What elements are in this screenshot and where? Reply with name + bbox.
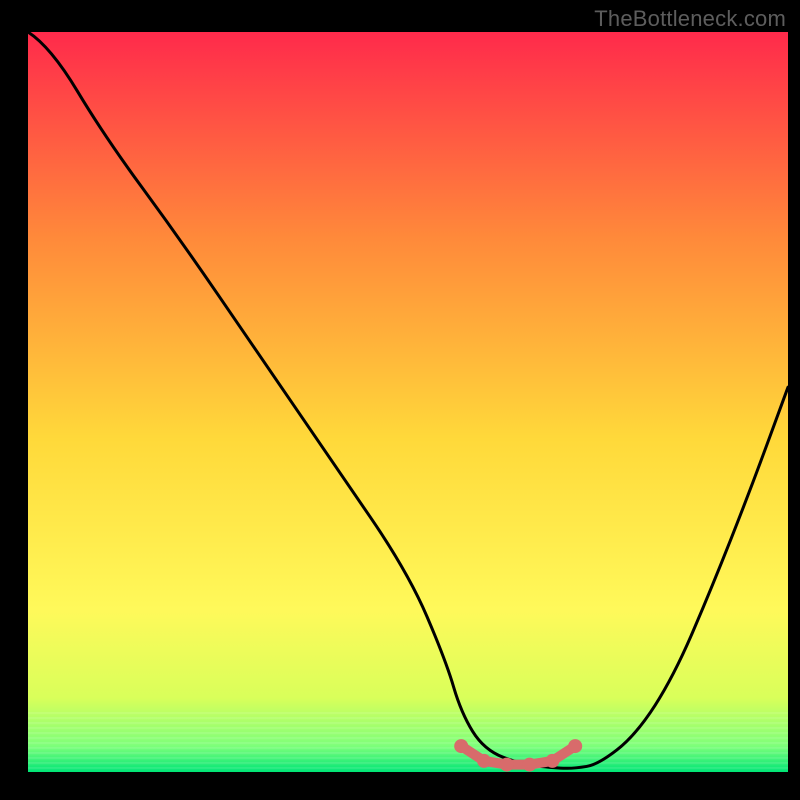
bottleneck-chart [0,0,800,800]
chart-stage: TheBottleneck.com [0,0,800,800]
plot-background [28,32,788,772]
optimal-marker [477,754,491,768]
optimal-marker [568,739,582,753]
optimal-marker [454,739,468,753]
optimal-marker [545,754,559,768]
optimal-marker [500,758,514,772]
watermark-text: TheBottleneck.com [594,6,786,32]
optimal-marker [523,758,537,772]
